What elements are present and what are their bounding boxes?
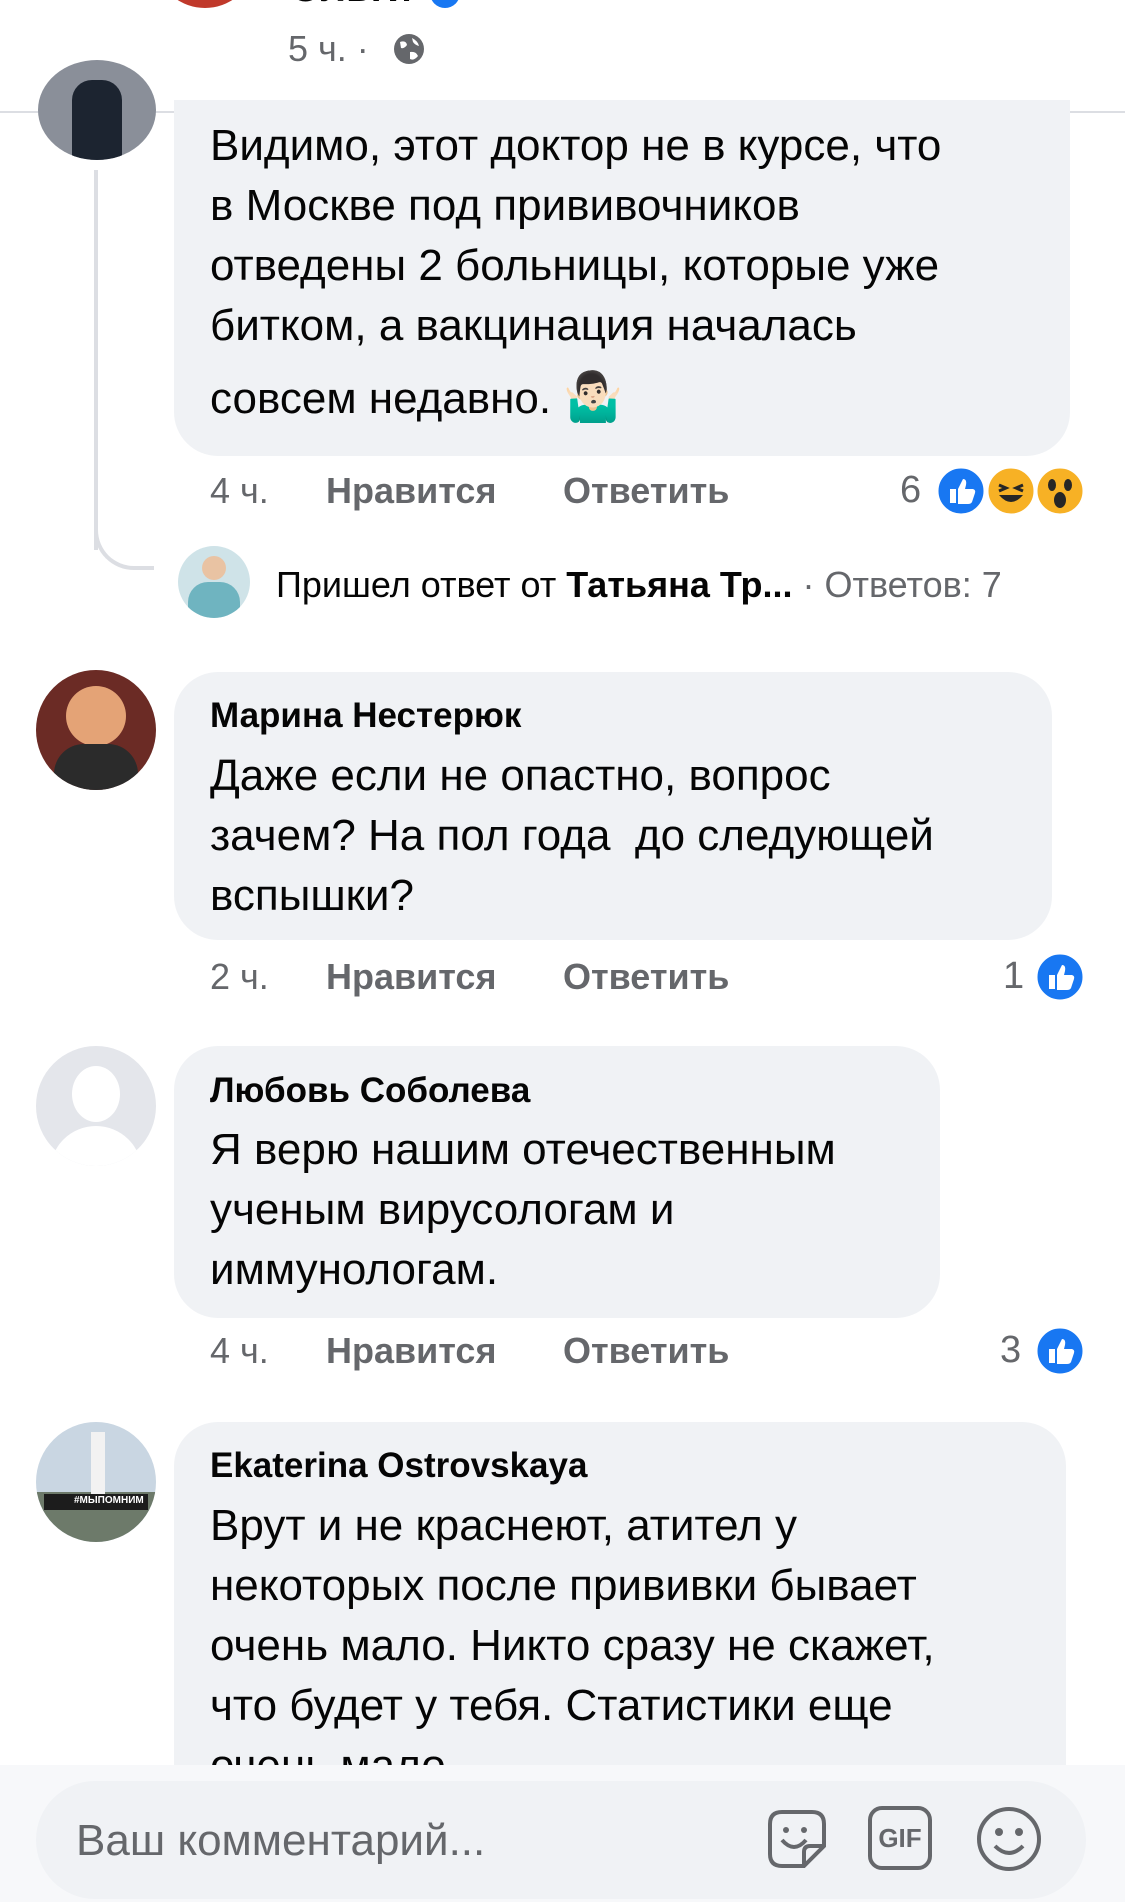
shrug-emoji: 🤷🏻‍♂️ [563, 371, 624, 424]
comment-line: что будет у тебя. Статистики еще [210, 1681, 893, 1730]
wow-icon [1034, 465, 1086, 517]
comment-reply-button[interactable]: Ответить [563, 1330, 729, 1372]
reply-author-avatar[interactable] [38, 60, 156, 160]
comment-text: Я верю нашим отечественным ученым вирусо… [210, 1120, 930, 1300]
reply-reply-button[interactable]: Ответить [563, 470, 729, 512]
comment-input[interactable] [74, 1810, 638, 1872]
post-author-name[interactable]: Ольги [290, 0, 412, 11]
default-avatar-icon[interactable] [36, 1046, 156, 1166]
commenter-avatar[interactable] [36, 670, 156, 790]
replies-summary-prefix: Пришел ответ от [276, 564, 567, 605]
comment-reaction-count[interactable]: 3 [1000, 1329, 1021, 1372]
reply-line: Видимо, этот доктор не в курсе, что [210, 121, 942, 170]
thread-line [94, 170, 98, 550]
replies-summary[interactable]: Пришел ответ от Татьяна Тр... · Ответов:… [276, 564, 1002, 606]
thread-line-curve [94, 520, 154, 570]
comment-text: Врут и не краснеют, атител у некоторых п… [210, 1496, 1060, 1796]
comment-author[interactable]: Марина Нестерюк [210, 696, 521, 736]
haha-icon [985, 465, 1037, 517]
emoji-icon[interactable] [972, 1802, 1046, 1876]
reply-line-last: совсем недавно. 🤷🏻‍♂️ [210, 368, 1050, 429]
reply-line: битком, а вакцинация началась [210, 301, 857, 350]
comment-reply-button[interactable]: Ответить [563, 956, 729, 998]
comment-author[interactable]: Любовь Соболева [210, 1071, 530, 1111]
reply-like-button[interactable]: Нравится [326, 470, 496, 512]
comment-line: ученым вирусологам и [210, 1185, 675, 1234]
like-icon [935, 465, 987, 517]
comment-line: Я верю нашим отечественным [210, 1125, 836, 1174]
reply-line: совсем недавно. [210, 374, 552, 423]
comment-line: некоторых после прививки бывает [210, 1561, 917, 1610]
comment-text: Даже если не опастно, вопрос зачем? На п… [210, 746, 1040, 926]
replies-summary-author: Татьяна Тр... [566, 564, 793, 605]
comment-line: вспышки? [210, 871, 414, 920]
comment-line: зачем? На пол года до следующей [210, 811, 934, 860]
like-icon [1034, 951, 1086, 1003]
comment-time: 4 ч. [210, 1330, 269, 1371]
gif-icon[interactable]: GIF [868, 1806, 932, 1870]
avatar-caption: #МЫПОМНИМ [74, 1495, 144, 1506]
gif-label: GIF [878, 1822, 922, 1853]
reply-reaction-count[interactable]: 6 [900, 469, 921, 512]
post-timestamp: 5 ч. · [288, 28, 369, 69]
commenter-avatar[interactable]: #МЫПОМНИМ [36, 1422, 156, 1542]
reply-line: отведены 2 больницы, которые уже [210, 241, 940, 290]
reply-line: в Москве под прививочников [210, 181, 800, 230]
comment-reaction-count[interactable]: 1 [1003, 955, 1024, 998]
comment-line: иммунологам. [210, 1245, 499, 1294]
globe-icon [394, 34, 424, 64]
comment-time: 2 ч. [210, 956, 269, 997]
like-icon [1034, 1325, 1086, 1377]
replies-summary-avatar[interactable] [178, 546, 250, 618]
replies-summary-count: · Ответов: 7 [792, 564, 1002, 605]
comment-line: очень мало. Никто сразу не скажет, [210, 1621, 935, 1670]
comment-line: Даже если не опастно, вопрос [210, 751, 831, 800]
comment-like-button[interactable]: Нравится [326, 1330, 496, 1372]
reply-text: Видимо, этот доктор не в курсе, что в Мо… [210, 116, 1050, 429]
post-header [0, 0, 1125, 110]
comment-like-button[interactable]: Нравится [326, 956, 496, 998]
sticker-icon[interactable] [760, 1802, 834, 1876]
comment-author[interactable]: Ekaterina Ostrovskaya [210, 1446, 587, 1486]
comment-line: Врут и не краснеют, атител у [210, 1501, 798, 1550]
reply-time: 4 ч. [210, 470, 269, 511]
